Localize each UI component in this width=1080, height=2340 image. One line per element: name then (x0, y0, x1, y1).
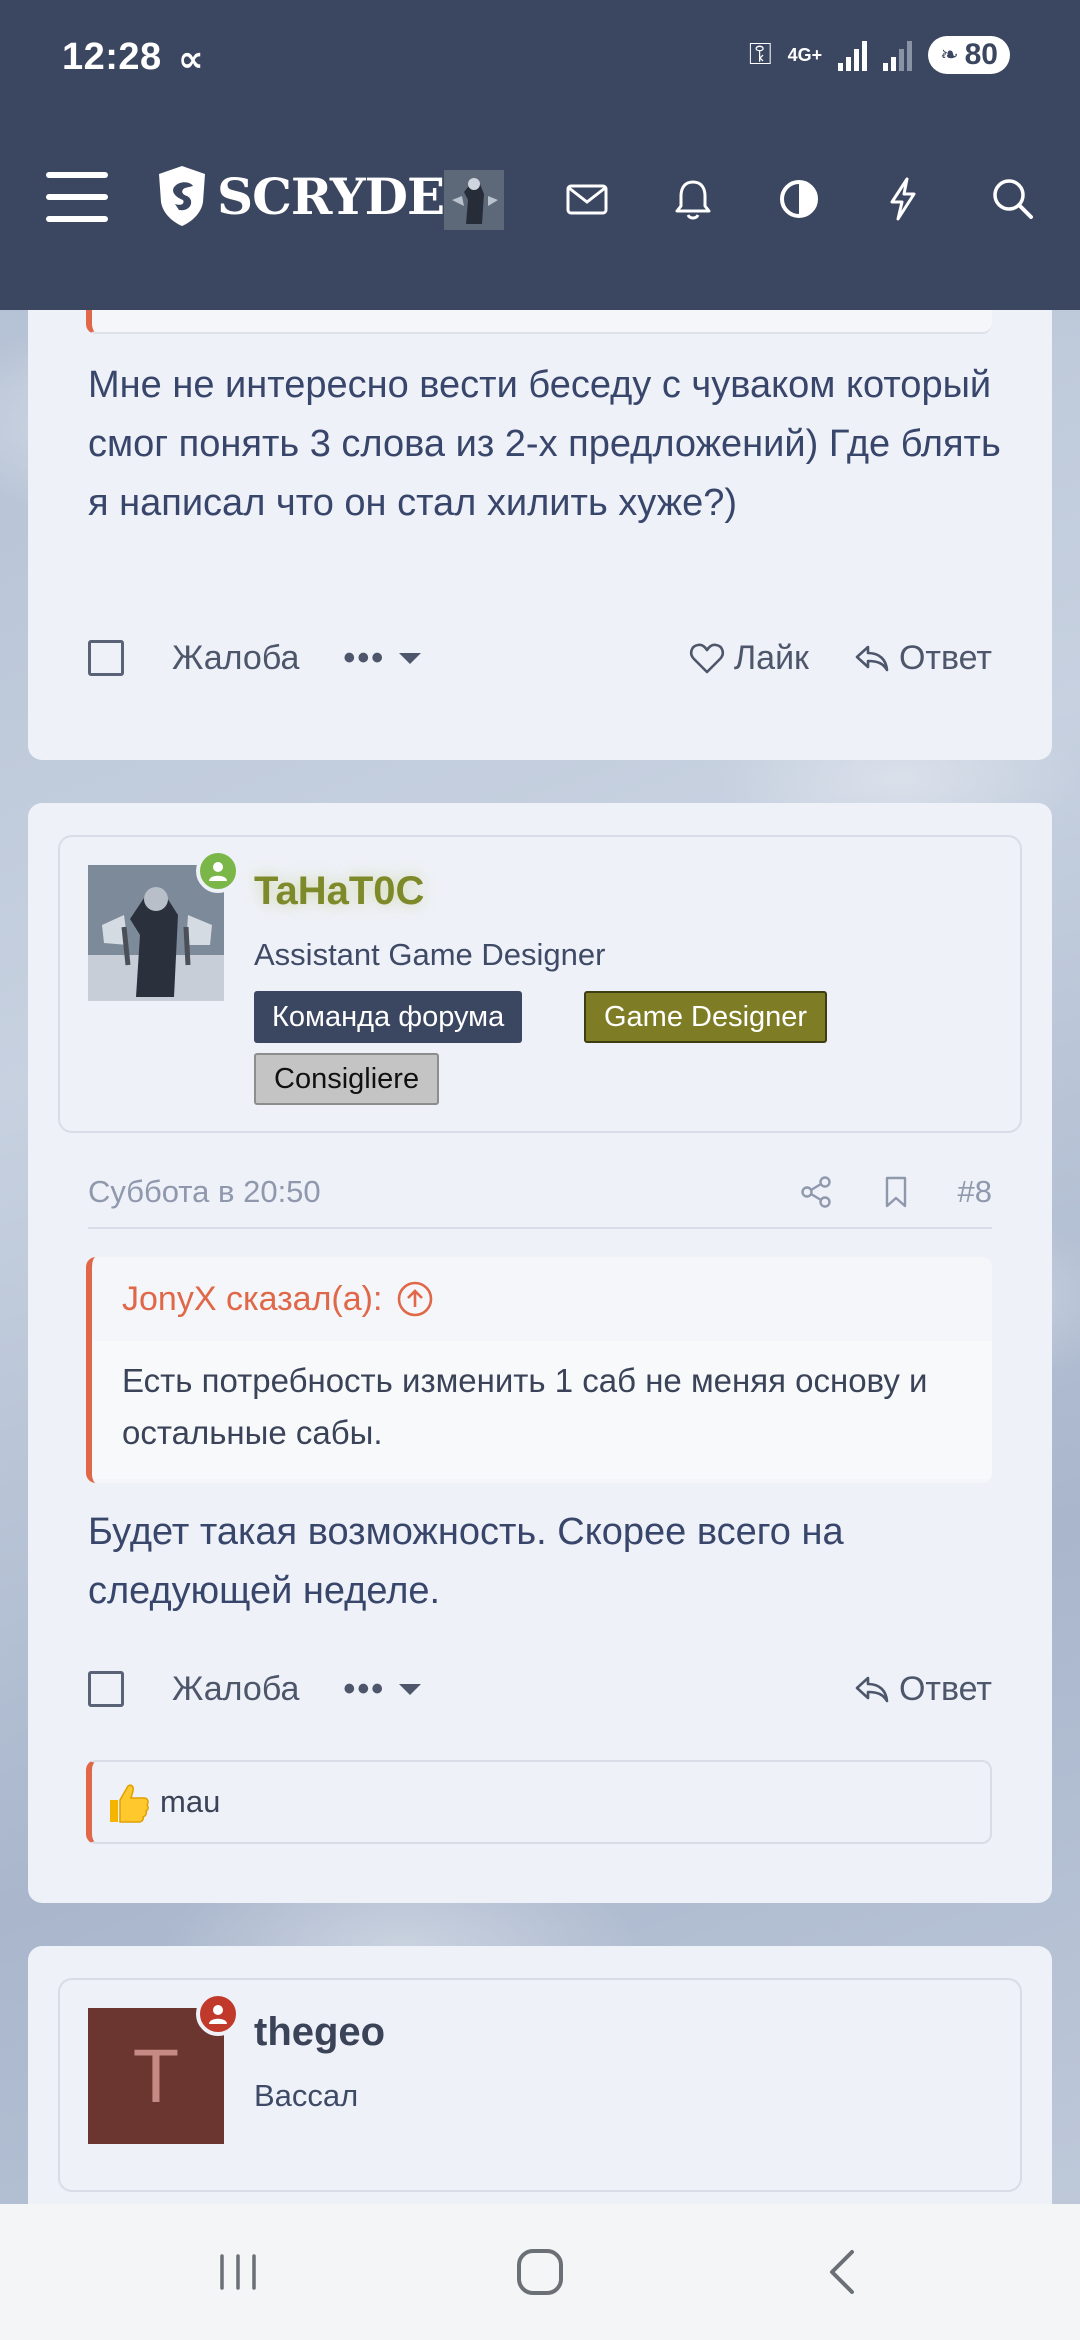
like-button[interactable]: Лайк (688, 639, 809, 678)
divider (88, 1227, 992, 1229)
shield-logo-icon (159, 166, 205, 226)
post-number[interactable]: #8 (958, 1174, 992, 1210)
vpn-key-icon: ⚿ (748, 38, 772, 71)
site-header: SCRYDE (0, 150, 1080, 250)
reply-label: Ответ (898, 1669, 992, 1708)
menu-icon[interactable] (46, 172, 108, 222)
battery-level: 80 (964, 38, 998, 71)
battery-saver-icon: ❧ (940, 42, 959, 67)
site-logo[interactable]: SCRYDE (155, 164, 445, 228)
mail-icon[interactable] (562, 174, 612, 224)
post-message: Мне не интересно вести беседу с чуваком … (88, 364, 1001, 524)
quote-header: JonyX сказал(а): (92, 1257, 992, 1341)
jump-to-quote-icon[interactable] (396, 1280, 434, 1318)
home-icon[interactable] (514, 2244, 566, 2300)
battery-indicator: ❧ 80 (928, 36, 1010, 74)
link-icon: ∝ (178, 38, 204, 79)
contrast-icon[interactable] (774, 174, 824, 224)
top-bar: 12:28 ∝ ⚿ 4G+ ❧ 80 SCRYDE (0, 0, 1080, 310)
network-type: 4G+ (787, 45, 823, 65)
status-bar: 12:28 ∝ ⚿ 4G+ ❧ 80 (0, 0, 1080, 120)
status-time: 12:28 (62, 36, 162, 78)
quote-block: JonyX сказал(а): Есть потребность измени… (86, 1257, 992, 1483)
bolt-icon[interactable] (878, 174, 928, 224)
user-title: Вассал (254, 2078, 359, 2113)
badge-staff: Команда форума (254, 991, 523, 1043)
bell-icon[interactable] (668, 174, 718, 224)
more-menu[interactable]: ••• (343, 1669, 422, 1709)
quote-author[interactable]: JonyX сказал(а): (122, 1280, 382, 1319)
select-checkbox[interactable] (88, 640, 124, 676)
bookmark-icon[interactable] (878, 1174, 914, 1210)
offline-status-icon (196, 1992, 240, 2036)
username-link[interactable]: thegeo (254, 2010, 385, 2055)
back-icon[interactable] (818, 2244, 870, 2300)
thumbs-up-icon (110, 1784, 149, 1823)
more-dots: ••• (343, 638, 386, 677)
user-info-box: TaHaT0C Assistant Game Designer Команда … (58, 835, 1022, 1133)
reactions-bar[interactable]: mau (86, 1760, 992, 1844)
reply-icon (855, 1676, 889, 1703)
select-checkbox[interactable] (88, 1671, 124, 1707)
account-avatar[interactable] (444, 170, 504, 230)
logo-text: SCRYDE (217, 166, 445, 226)
chevron-down-icon (399, 652, 422, 664)
share-icon[interactable] (798, 1174, 834, 1210)
signal-icon (838, 39, 868, 71)
badge-game-designer: Game Designer (584, 991, 828, 1043)
recent-apps-icon[interactable] (212, 2244, 264, 2300)
search-icon[interactable] (988, 174, 1038, 224)
chevron-down-icon (399, 1683, 422, 1695)
more-dots: ••• (343, 1669, 386, 1708)
badge-consigliere: Consigliere (254, 1053, 440, 1105)
online-status-icon (196, 849, 240, 893)
user-title: Assistant Game Designer (254, 937, 606, 972)
reply-label: Ответ (898, 638, 992, 677)
reply-icon (855, 645, 889, 672)
reply-button[interactable]: Ответ (853, 639, 992, 678)
system-nav-bar (0, 2204, 1080, 2340)
reaction-users[interactable]: mau (160, 1784, 220, 1820)
username-link[interactable]: TaHaT0C (254, 869, 424, 914)
post-card: T thegeo Вассал (28, 1946, 1052, 2246)
report-link[interactable]: Жалоба (172, 1670, 299, 1709)
report-link[interactable]: Жалоба (172, 639, 299, 678)
avatar-initial: T (132, 2033, 180, 2119)
post-actions: Жалоба ••• Лайк Ответ (88, 628, 992, 688)
post-actions: Жалоба ••• Ответ (88, 1659, 992, 1719)
heart-icon (689, 643, 724, 674)
signal-2-icon (883, 39, 913, 71)
reply-button[interactable]: Ответ (853, 1670, 992, 1709)
like-label: Лайк (733, 638, 809, 677)
quote-text: Есть потребность изменить 1 саб не меняя… (92, 1341, 992, 1479)
user-info-box: T thegeo Вассал (58, 1978, 1022, 2192)
more-menu[interactable]: ••• (343, 638, 422, 678)
post-message: Будет такая возможность. Скорее всего на… (88, 1511, 844, 1612)
post-date[interactable]: Суббота в 20:50 (88, 1174, 321, 1210)
post-card: TaHaT0C Assistant Game Designer Команда … (28, 803, 1052, 1903)
post-meta: Суббота в 20:50 #8 (88, 1167, 992, 1217)
